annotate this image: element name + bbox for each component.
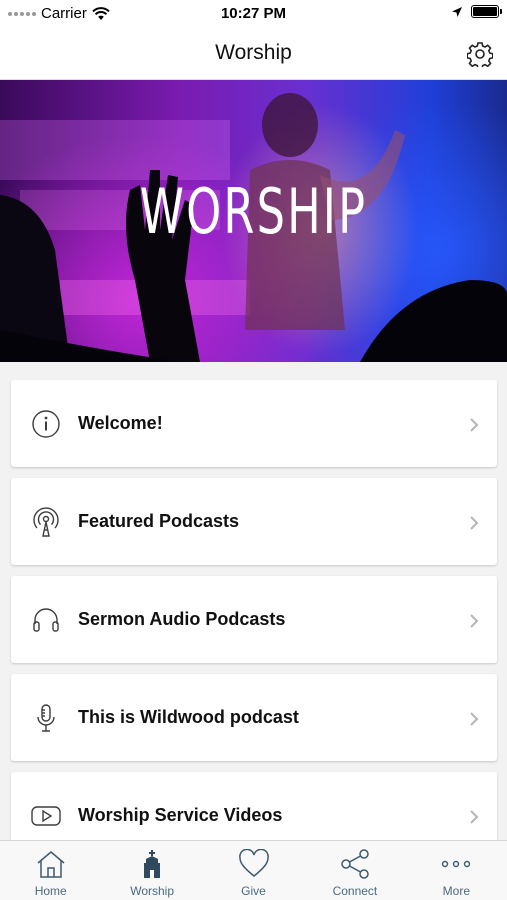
tab-label: Connect (332, 884, 378, 898)
chevron-right-icon (470, 712, 479, 726)
gear-icon (467, 42, 493, 67)
menu-list: Welcome! Featured Podcasts Sermon Audio … (11, 380, 497, 870)
headphones-icon (29, 603, 63, 637)
tab-give[interactable]: Give (203, 841, 304, 900)
tab-bar: Home Worship Give Connect More (0, 840, 507, 900)
hero-title: WORSHIP (139, 175, 368, 248)
chevron-right-icon (470, 614, 479, 628)
tab-label: Worship (130, 884, 174, 898)
menu-item-featured-podcasts[interactable]: Featured Podcasts (11, 478, 497, 565)
menu-item-label: Sermon Audio Podcasts (78, 609, 286, 629)
info-icon (29, 407, 63, 441)
home-icon (34, 848, 68, 880)
menu-item-label: This is Wildwood podcast (78, 707, 299, 727)
church-icon (135, 848, 169, 880)
tab-more[interactable]: More (406, 841, 507, 900)
tab-home[interactable]: Home (0, 841, 101, 900)
podcast-icon (29, 505, 63, 539)
chevron-right-icon (470, 516, 479, 530)
battery-icon (471, 5, 502, 18)
tab-worship[interactable]: Worship (101, 841, 202, 900)
menu-item-welcome[interactable]: Welcome! (11, 380, 497, 467)
navigation-bar: Worship (0, 28, 507, 80)
tab-label: Give (241, 884, 266, 898)
hero-banner: WORSHIP (0, 80, 507, 362)
status-right (451, 5, 502, 18)
play-video-icon (29, 799, 63, 833)
page-title: Worship (215, 41, 292, 64)
menu-item-wildwood-podcast[interactable]: This is Wildwood podcast (11, 674, 497, 761)
status-time: 10:27 PM (220, 5, 287, 22)
microphone-icon (29, 701, 63, 735)
tab-label: Home (34, 884, 67, 898)
settings-button[interactable] (465, 39, 495, 69)
status-bar: Carrier 10:27 PM (0, 0, 507, 28)
chevron-right-icon (470, 418, 479, 432)
tab-connect[interactable]: Connect (304, 841, 405, 900)
menu-item-label: Worship Service Videos (78, 805, 283, 825)
heart-icon (237, 848, 271, 880)
menu-item-label: Welcome! (78, 413, 163, 433)
chevron-right-icon (470, 810, 479, 824)
share-icon (338, 848, 372, 880)
location-arrow-icon (452, 6, 462, 17)
tab-label: More (442, 884, 470, 898)
menu-item-sermon-audio-podcasts[interactable]: Sermon Audio Podcasts (11, 576, 497, 663)
more-dots-icon (439, 848, 473, 880)
menu-item-label: Featured Podcasts (78, 511, 240, 531)
